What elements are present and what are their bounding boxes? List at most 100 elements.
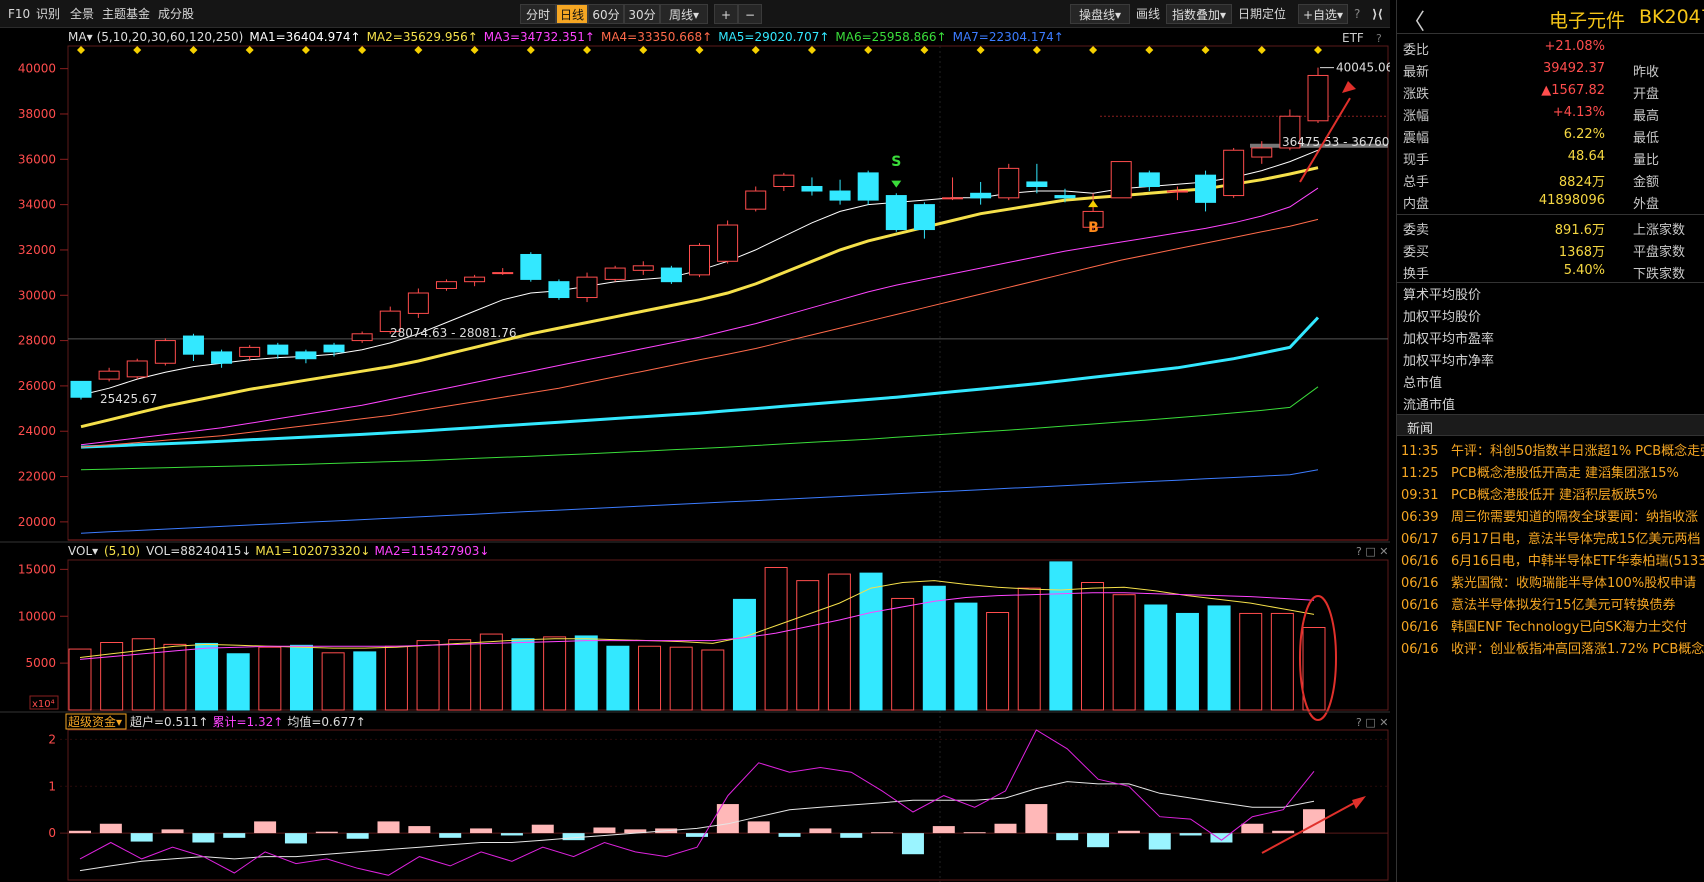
candle[interactable] <box>520 252 542 282</box>
fund-bar[interactable] <box>284 833 307 844</box>
fund-bar[interactable] <box>871 832 894 834</box>
fund-bar[interactable] <box>254 821 277 834</box>
candle[interactable] <box>435 279 457 291</box>
fund-bar[interactable] <box>192 833 215 843</box>
event-marker[interactable] <box>583 46 592 54</box>
index-overlay-button[interactable]: 指数叠加▾ <box>1166 4 1232 24</box>
candle[interactable] <box>548 279 570 300</box>
event-marker[interactable] <box>470 46 479 54</box>
event-marker[interactable] <box>1257 46 1266 54</box>
volume-bar[interactable] <box>195 642 219 711</box>
fund-bar[interactable] <box>439 833 462 838</box>
candle[interactable] <box>689 243 710 278</box>
news-item[interactable]: 11:25 PCB概念港股低开高走 建滔集团涨15% <box>1401 462 1704 484</box>
volume-bar[interactable] <box>384 645 408 711</box>
volume-bar[interactable] <box>258 646 282 711</box>
vol-panel-controls-icon[interactable]: ? □ ✕ <box>1356 545 1388 558</box>
fund-bar[interactable] <box>778 833 801 837</box>
volume-bar[interactable] <box>1207 605 1231 711</box>
fund-bar[interactable] <box>1056 833 1079 841</box>
news-item[interactable]: 06/16 韩国ENF Technology已向SK海力士交付 <box>1401 616 1704 638</box>
fund-bar[interactable] <box>747 821 770 834</box>
candle[interactable] <box>182 333 204 361</box>
volume-bar[interactable] <box>827 573 851 711</box>
fund-bar[interactable] <box>500 833 523 836</box>
event-marker[interactable] <box>976 46 985 54</box>
fund-bar[interactable] <box>315 831 338 834</box>
news-item[interactable]: 06/16 收评：创业板指冲高回落涨1.72% PCB概念 <box>1401 638 1704 660</box>
event-marker[interactable] <box>189 46 198 54</box>
volume-bar[interactable] <box>1175 612 1199 711</box>
candle[interactable] <box>632 261 654 275</box>
volume-bar[interactable] <box>574 635 598 711</box>
event-marker[interactable] <box>1032 46 1041 54</box>
volume-bar[interactable] <box>1239 612 1263 711</box>
volume-bar[interactable] <box>1017 587 1041 711</box>
event-marker[interactable] <box>751 46 760 54</box>
fund-bar[interactable] <box>1241 823 1264 834</box>
fund-bar[interactable] <box>346 833 369 839</box>
volume-bar[interactable] <box>986 612 1010 711</box>
candle[interactable] <box>1166 186 1188 201</box>
volume-bar[interactable] <box>669 646 693 711</box>
candle[interactable] <box>239 345 261 361</box>
volume-bar[interactable] <box>764 567 788 711</box>
fund-bar[interactable] <box>562 833 585 841</box>
volume-bar[interactable] <box>891 597 915 711</box>
event-marker[interactable] <box>414 46 423 54</box>
volume-bar[interactable] <box>1081 582 1105 711</box>
zoom-in-button[interactable]: + <box>714 4 738 24</box>
candle[interactable] <box>464 274 486 287</box>
fund-bar[interactable] <box>994 823 1017 834</box>
volume-bar[interactable] <box>226 653 250 711</box>
collapse-icon[interactable]: ⟩⟨ <box>1372 5 1383 24</box>
candle[interactable] <box>351 331 373 343</box>
volume-bar[interactable] <box>732 598 756 711</box>
period-tab-intraday[interactable]: 分时 <box>520 4 556 24</box>
volume-bar[interactable] <box>448 639 472 711</box>
period-tab-daily[interactable]: 日线 <box>556 4 588 24</box>
volume-bar[interactable] <box>1270 612 1294 711</box>
candle[interactable] <box>998 163 1020 201</box>
fund-bar[interactable] <box>1148 833 1171 850</box>
help-icon[interactable]: ? <box>1354 5 1360 24</box>
candle[interactable] <box>98 367 120 382</box>
fund-bar[interactable] <box>161 829 184 834</box>
event-marker[interactable] <box>1201 46 1210 54</box>
news-item[interactable]: 11:35 午评：科创50指数半日涨超1% PCB概念走强 <box>1401 440 1704 462</box>
fund-bar[interactable] <box>99 823 122 834</box>
period-tab-60min[interactable]: 60分 <box>588 4 624 24</box>
zoom-out-button[interactable]: − <box>738 4 762 24</box>
fund-bar[interactable] <box>1179 833 1202 836</box>
news-item[interactable]: 06/16 6月16日电，中韩半导体ETF华泰柏瑞(513310) <box>1401 550 1704 572</box>
news-item[interactable]: 06/17 6月17日电，意法半导体完成15亿美元两档 <box>1401 528 1704 550</box>
back-icon[interactable]: 〈 <box>1403 4 1425 36</box>
event-marker[interactable] <box>245 46 254 54</box>
fund-panel-controls-icon[interactable]: ? □ ✕ <box>1356 716 1388 729</box>
candle[interactable] <box>211 349 233 368</box>
news-item[interactable]: 06:39 周三你需要知道的隔夜全球要闻：纳指收涨 <box>1401 506 1704 528</box>
fund-bar[interactable] <box>1117 830 1140 834</box>
candle[interactable] <box>70 380 92 400</box>
volume-bar[interactable] <box>321 652 345 711</box>
main-help-icon[interactable]: ? <box>1376 32 1382 45</box>
event-marker[interactable] <box>1089 46 1098 54</box>
volume-bar[interactable] <box>163 643 187 711</box>
candle[interactable] <box>745 186 767 212</box>
candle[interactable] <box>857 170 879 205</box>
ma-label[interactable]: MA▾ <box>68 30 93 44</box>
volume-bar[interactable] <box>543 636 567 711</box>
candle[interactable] <box>492 268 514 275</box>
candle[interactable] <box>773 172 795 192</box>
event-marker[interactable] <box>1145 46 1154 54</box>
volume-bar[interactable] <box>954 602 978 711</box>
volume-bar[interactable] <box>859 572 883 711</box>
etf-label[interactable]: ETF <box>1342 31 1364 45</box>
fund-bar[interactable] <box>408 826 431 834</box>
candle[interactable] <box>829 179 851 205</box>
candle[interactable] <box>801 177 823 196</box>
candle[interactable] <box>1223 147 1245 198</box>
fund-bar[interactable] <box>963 832 986 834</box>
constituents-button[interactable]: 成分股 <box>158 5 194 24</box>
fund-bar[interactable] <box>531 824 554 834</box>
